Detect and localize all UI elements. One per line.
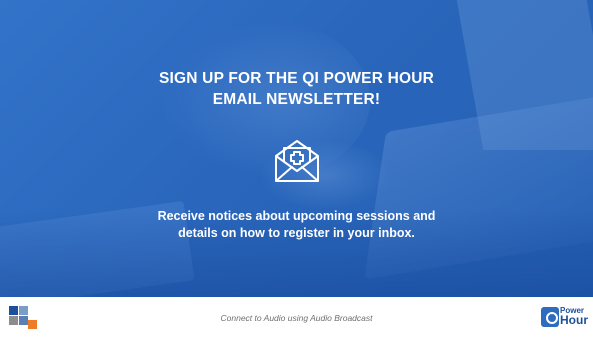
audio-instructions: Connect to Audio using Audio Broadcast [220,313,373,323]
hero-banner: SIGN UP FOR THE QI POWER HOUR EMAIL NEWS… [0,0,593,297]
title-line-1: SIGN UP FOR THE QI POWER HOUR [158,70,435,87]
logo-text-hour: Hour [560,313,588,327]
slide-title: SIGN UP FOR THE QI POWER HOUR EMAIL NEWS… [60,68,533,110]
description-line-1: Receive notices about upcoming sessions … [157,209,436,223]
slide: SIGN UP FOR THE QI POWER HOUR EMAIL NEWS… [0,0,593,337]
qi-power-hour-logo: Power Hour [539,302,588,332]
title-line-2: EMAIL NEWSLETTER! [212,91,381,108]
description-line-2: details on how to register in your inbox… [178,226,415,240]
envelope-medical-icon [275,140,319,182]
slide-description: Receive notices about upcoming sessions … [80,208,513,242]
qi-logo-mark-icon [541,307,559,327]
